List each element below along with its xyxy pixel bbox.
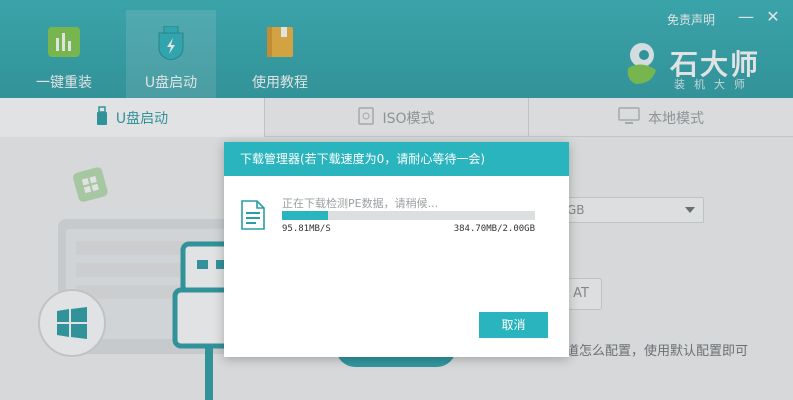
document-icon	[241, 200, 265, 234]
dialog-title: 下载管理器(若下载速度为0，请耐心等待一会)	[224, 142, 569, 176]
download-status: 正在下载检测PE数据，请稍候...	[282, 197, 439, 210]
cancel-button[interactable]: 取消	[479, 312, 548, 338]
download-amount: 384.70MB/2.00GB	[453, 224, 535, 234]
download-manager-dialog: 下载管理器(若下载速度为0，请耐心等待一会) 正在下载检测PE数据，请稍候...…	[224, 142, 569, 357]
progress-fill	[282, 211, 328, 220]
app-window: 一键重装 U盘启动 使用教程 免责声明 — ✕ 石大师 装机大师 U盘启动 IS…	[0, 0, 793, 400]
download-progress-bar	[282, 211, 535, 220]
download-speed: 95.81MB/S	[282, 224, 331, 234]
